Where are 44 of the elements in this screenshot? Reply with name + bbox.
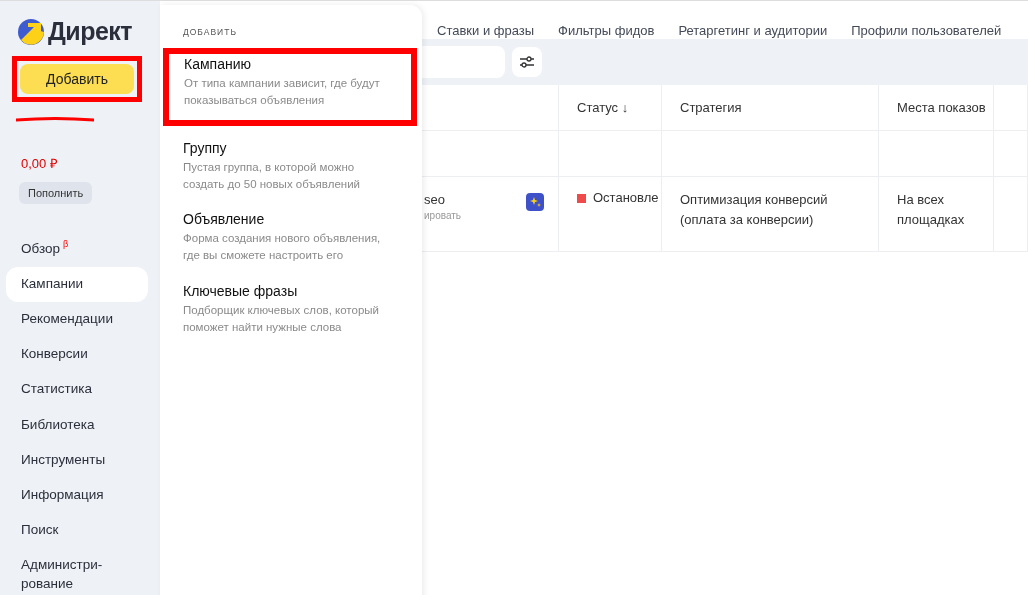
nav-item[interactable]: Поиск [6, 513, 148, 549]
nav-item[interactable]: Статистика [6, 372, 148, 408]
logo-text: Директ [48, 17, 133, 46]
sliders-icon [520, 56, 534, 68]
column-header[interactable]: Стратегия [680, 100, 742, 115]
menu-item[interactable]: Группу Пустая группа, в которой можно создать до 50 новых объявлений [160, 138, 406, 197]
column-header[interactable]: Статус ↓ [577, 100, 629, 115]
menu-item[interactable]: Кампанию От типа кампании зависит, где будут показываться объявления [163, 48, 417, 126]
placement-text: На всех площадках [897, 192, 965, 227]
menu-item-description: Пустая группа, в которой можно создать до 50 новых объявлений [183, 159, 361, 192]
nav-item[interactable]: Инструменты [6, 442, 148, 479]
campaign-name[interactable]: seo [424, 192, 445, 207]
tab[interactable]: Ставки и фразы [437, 23, 535, 39]
menu-item-title: Ключевые фразы [183, 282, 299, 299]
beta-label: β [63, 239, 69, 249]
menu-item-description: От типа кампании зависит, где будут показываться объявления [184, 76, 381, 109]
top-up-button[interactable]: Пополнить [19, 182, 93, 204]
menu-item-title: Кампанию [184, 56, 252, 72]
menu-item-title: Группу [183, 139, 228, 156]
nav-item[interactable]: Обзор $^{β}$ [6, 230, 148, 267]
column-header[interactable]: Места показов [897, 100, 986, 115]
status-text: Остановле [593, 190, 659, 205]
balance-amount: 0,00 ₽ [21, 155, 59, 172]
logo-icon [18, 18, 44, 45]
add-button[interactable]: Добавить [20, 64, 134, 94]
nav-item[interactable]: Рекомендации [6, 301, 148, 338]
sparkle-icon[interactable] [526, 193, 544, 211]
strategy-text: Оптимизация конверсий (оплата за конверсии) [680, 192, 828, 227]
nav-item[interactable]: Информация [6, 478, 148, 514]
tab[interactable]: Фильтры фидов [558, 23, 655, 39]
menu-item-description: Подборщик ключевых слов, который поможет найти нужные слова [183, 302, 380, 335]
tab[interactable]: Ретаргетинг и аудитории [678, 23, 828, 39]
campaign-subtext: ировать [424, 210, 463, 221]
nav-item[interactable]: Конверсии [6, 337, 148, 373]
menu-item[interactable]: Ключевые фразы Подборщик ключевых слов, который поможет найти нужные слова [160, 281, 406, 340]
nav-item[interactable]: Кампании [6, 266, 148, 302]
menu-item-title: Объявление [183, 211, 266, 227]
tab[interactable]: Профили пользователей [851, 23, 1002, 39]
menu-item[interactable]: Объявление Форма создания нового объявления, где вы сможете настроить его [160, 210, 406, 269]
menu-item-description: Форма создания нового объявления, где вы сможете настроить его [183, 231, 382, 264]
nav-item[interactable]: Администри- рование [6, 548, 148, 595]
nav-item[interactable]: Библиотека [6, 407, 148, 443]
menu-title: ДОБАВИТЬ [183, 27, 238, 37]
filter-button[interactable] [512, 47, 542, 77]
